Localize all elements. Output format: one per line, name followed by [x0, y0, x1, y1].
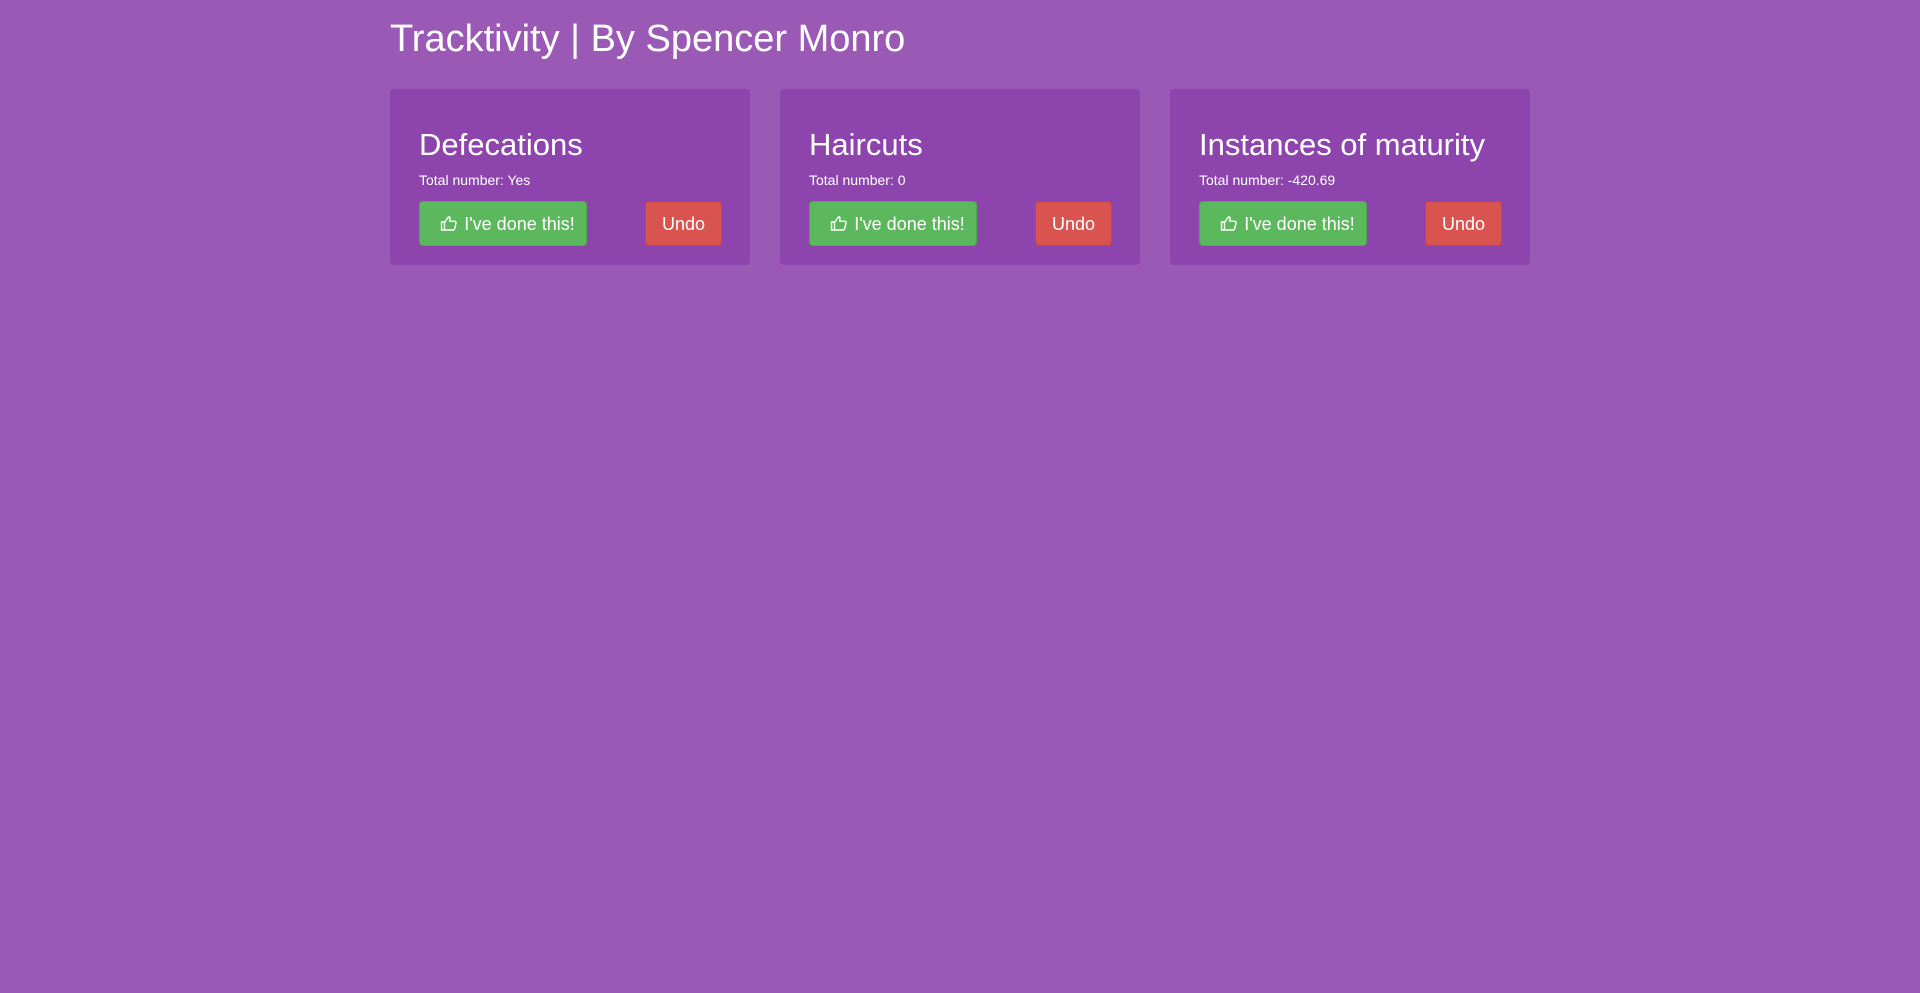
page-container: Tracktivity | By Spencer Monro Defecatio…: [390, 0, 1530, 265]
thumbs-up-icon: [441, 216, 458, 231]
done-button[interactable]: I've done this!: [419, 201, 587, 246]
card-total-count: Total number: 0: [809, 172, 906, 188]
done-button-label: I've done this!: [854, 214, 965, 234]
done-button-label: I've done this!: [1244, 214, 1355, 234]
card-title: Haircuts: [809, 127, 923, 162]
card-title: Defecations: [419, 127, 583, 162]
undo-button[interactable]: Undo: [1035, 201, 1112, 246]
done-button-label: I've done this!: [464, 214, 575, 234]
undo-button[interactable]: Undo: [645, 201, 722, 246]
card-total-count: Total number: -420.69: [1199, 172, 1336, 188]
tracker-card-haircuts: Haircuts Total number: 0 I've done this!…: [780, 89, 1140, 265]
done-button[interactable]: I've done this!: [1199, 201, 1367, 246]
tracker-card-instances-of-maturity: Instances of maturity Total number: -420…: [1170, 89, 1530, 265]
thumbs-up-icon: [831, 216, 848, 231]
undo-button[interactable]: Undo: [1425, 201, 1502, 246]
page-title: Tracktivity | By Spencer Monro: [390, 18, 906, 60]
done-button[interactable]: I've done this!: [809, 201, 977, 246]
thumbs-up-icon: [1221, 216, 1238, 231]
card-total-count: Total number: Yes: [419, 172, 531, 188]
tracker-card-defecations: Defecations Total number: Yes I've done …: [390, 89, 750, 265]
card-title: Instances of maturity: [1199, 127, 1486, 162]
